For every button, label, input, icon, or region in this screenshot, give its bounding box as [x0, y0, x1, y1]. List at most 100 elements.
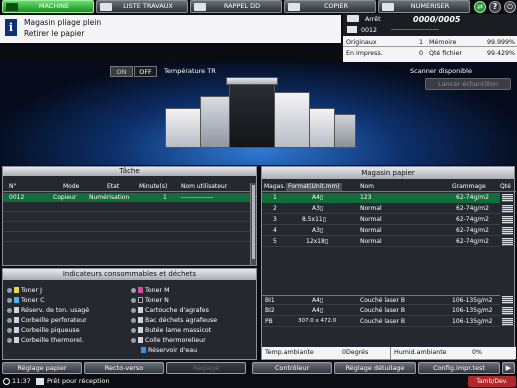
- bin-icon: [138, 317, 143, 323]
- hdd-icon: [194, 3, 206, 11]
- task-col-user: Nom utilisateur: [181, 183, 228, 190]
- task-scroll-thumb[interactable]: [252, 185, 255, 259]
- task-col-no: N°: [9, 183, 17, 190]
- power-icon[interactable]: ⏻: [504, 1, 516, 13]
- next-arrow-icon[interactable]: ▶: [502, 362, 515, 374]
- scanner-status: Scanner disponible: [410, 67, 472, 75]
- current-job-user: ------------------------: [391, 27, 439, 33]
- paper-tray-row[interactable]: 1 A4▯ 123 62-74g/m2: [262, 193, 500, 203]
- consumable-staple-cartridge[interactable]: Cartouche d'agrafes: [131, 306, 209, 315]
- toner-icon: [14, 297, 19, 303]
- job-counter: 0000/0005: [413, 15, 461, 24]
- message-line-2: Retirer le papier: [24, 29, 85, 38]
- tr-temp-off[interactable]: OFF: [134, 66, 157, 77]
- status-led-icon: [7, 307, 12, 313]
- toner-icon: [14, 287, 19, 293]
- humidity-value: 0%: [472, 349, 482, 356]
- duplex-button[interactable]: Recto-verso: [84, 362, 164, 374]
- status-panel: Arrêt 0000/0005 0012 -------------------…: [343, 14, 517, 62]
- copy-icon: [288, 3, 300, 11]
- paper-level-gauge: [502, 296, 513, 304]
- test-print-button[interactable]: Config.impr.test: [418, 362, 500, 374]
- scanner-icon: [347, 26, 357, 33]
- temp-label: Temp.ambiante: [265, 349, 314, 356]
- paper-level-gauge: [502, 205, 513, 213]
- mode-icon[interactable]: ⇄: [474, 1, 486, 13]
- paper-bypass-row[interactable]: PB 307.0 x 472.0 Couché laser B 106-135g…: [262, 317, 500, 327]
- memory-label: Mémoire: [429, 39, 457, 46]
- tab-copy[interactable]: COPIER: [284, 0, 376, 13]
- clock-time: 11:37: [12, 377, 31, 385]
- paper-level-gauge: [502, 307, 513, 315]
- controller-button[interactable]: Contrôleur: [252, 362, 332, 374]
- tr-temp-on[interactable]: ON: [110, 66, 133, 77]
- printer-ready-icon: [36, 378, 44, 385]
- consumables-panel: Indicateurs consommables et déchets Tone…: [2, 268, 257, 360]
- file-qty-value: 99.429%: [487, 50, 516, 57]
- consumable-toner-k[interactable]: Toner N: [131, 296, 169, 305]
- paper-tray-panel: Magasin papier Magas. Format(Unit.mm) No…: [261, 166, 516, 360]
- paper-tray-row[interactable]: 5 12x18▯ Normal 62-74g/m2: [262, 237, 500, 247]
- printer-tray-unit: [309, 108, 335, 148]
- paper-tray-row[interactable]: 2 A3▯ Normal 62-74g/m2: [262, 204, 500, 214]
- printer-feeder: [165, 108, 201, 148]
- consumable-binder-glue[interactable]: Colle thermorelieur: [131, 336, 206, 345]
- toner-icon: [138, 287, 143, 293]
- paper-level-gauge: [502, 238, 513, 246]
- status-led-icon: [7, 297, 12, 303]
- toner-icon: [138, 297, 143, 303]
- bin-icon: [14, 317, 19, 323]
- paper-col-tray: Magas.: [264, 183, 286, 190]
- printer-finisher-unit: [200, 96, 230, 148]
- tab-hdd-recall[interactable]: RAPPEL DD: [190, 0, 282, 13]
- current-job-id: 0012: [361, 27, 378, 34]
- task-row[interactable]: 0012 Copieur Numérisation 1 ------------…: [3, 193, 250, 202]
- scan-icon: [382, 3, 394, 11]
- consumable-toner-c[interactable]: Toner C: [7, 296, 44, 305]
- waste-box-icon: [14, 307, 19, 313]
- paper-tray-row[interactable]: 4 A3▯ Normal 62-74g/m2: [262, 226, 500, 236]
- help-icon[interactable]: ?: [489, 1, 501, 13]
- originals-label: Originaux: [346, 39, 377, 46]
- memory-value: 99.999%: [487, 39, 516, 46]
- consumable-staple-waste[interactable]: Bac déchets agrafeuse: [131, 316, 217, 325]
- paper-tray-row[interactable]: 3 8.5x11▯ Normal 62-74g/m2: [262, 215, 500, 225]
- paper-col-size: Format(Unit.mm): [286, 183, 342, 191]
- adjust-button[interactable]: Réglage: [166, 362, 246, 374]
- status-led-icon: [131, 297, 136, 303]
- consumable-punch-bin[interactable]: Corbeille perforateur: [7, 316, 87, 325]
- list-icon: [100, 3, 112, 11]
- paper-inserter-row[interactable]: BI1 A4▯ Couché laser B 106-135g/m2: [262, 295, 500, 305]
- paper-panel-title: Magasin papier: [262, 167, 514, 179]
- tab-scan[interactable]: NUMERISER: [378, 0, 470, 13]
- consumable-toner-m[interactable]: Toner M: [131, 286, 170, 295]
- paper-inserter-row[interactable]: BI2 A4▯ Couché laser B 106-135g/m2: [262, 306, 500, 316]
- status-led-icon: [7, 287, 12, 293]
- status-led-icon: [7, 317, 12, 323]
- decurl-adjust-button[interactable]: Réglage détuilage: [334, 362, 416, 374]
- paper-col-name: Nom: [360, 183, 375, 190]
- status-led-icon: [131, 337, 136, 343]
- consumable-binder-bin[interactable]: Corbeille thermorel.: [7, 336, 84, 345]
- toner-warning-badge[interactable]: Tamb/Dev.: [468, 376, 516, 387]
- info-icon: i: [5, 19, 17, 36]
- paper-level-gauge: [502, 194, 513, 202]
- glue-icon: [138, 337, 143, 343]
- consumable-waste-toner[interactable]: Réserv. de ton. usagé: [7, 306, 89, 315]
- printer-icon: [347, 15, 359, 22]
- machine-icon: [6, 3, 18, 11]
- tab-job-list[interactable]: LISTE TRAVAUX: [96, 0, 188, 13]
- paper-setting-button[interactable]: Réglage papier: [2, 362, 82, 374]
- sample-print-button[interactable]: Lancer échantillon: [425, 78, 511, 90]
- tab-machine[interactable]: MACHINE: [2, 0, 94, 13]
- consumable-water-tank[interactable]: Réservoir d'eau: [141, 346, 197, 355]
- task-scrollbar[interactable]: [250, 183, 256, 265]
- task-row-empty: [3, 213, 250, 222]
- ready-status: Prêt pour réception: [47, 377, 110, 385]
- message-box: i Magasin pliage plein Retirer le papier: [0, 15, 341, 43]
- consumable-staple-bin[interactable]: Corbeille piqueuse: [7, 326, 80, 335]
- consumable-trimmer-stop[interactable]: Butée lame massicot: [131, 326, 211, 335]
- consumable-toner-y[interactable]: Toner J: [7, 286, 42, 295]
- status-led-icon: [131, 317, 136, 323]
- status-bar: 11:37 Prêt pour réception Tamb/Dev.: [0, 375, 517, 388]
